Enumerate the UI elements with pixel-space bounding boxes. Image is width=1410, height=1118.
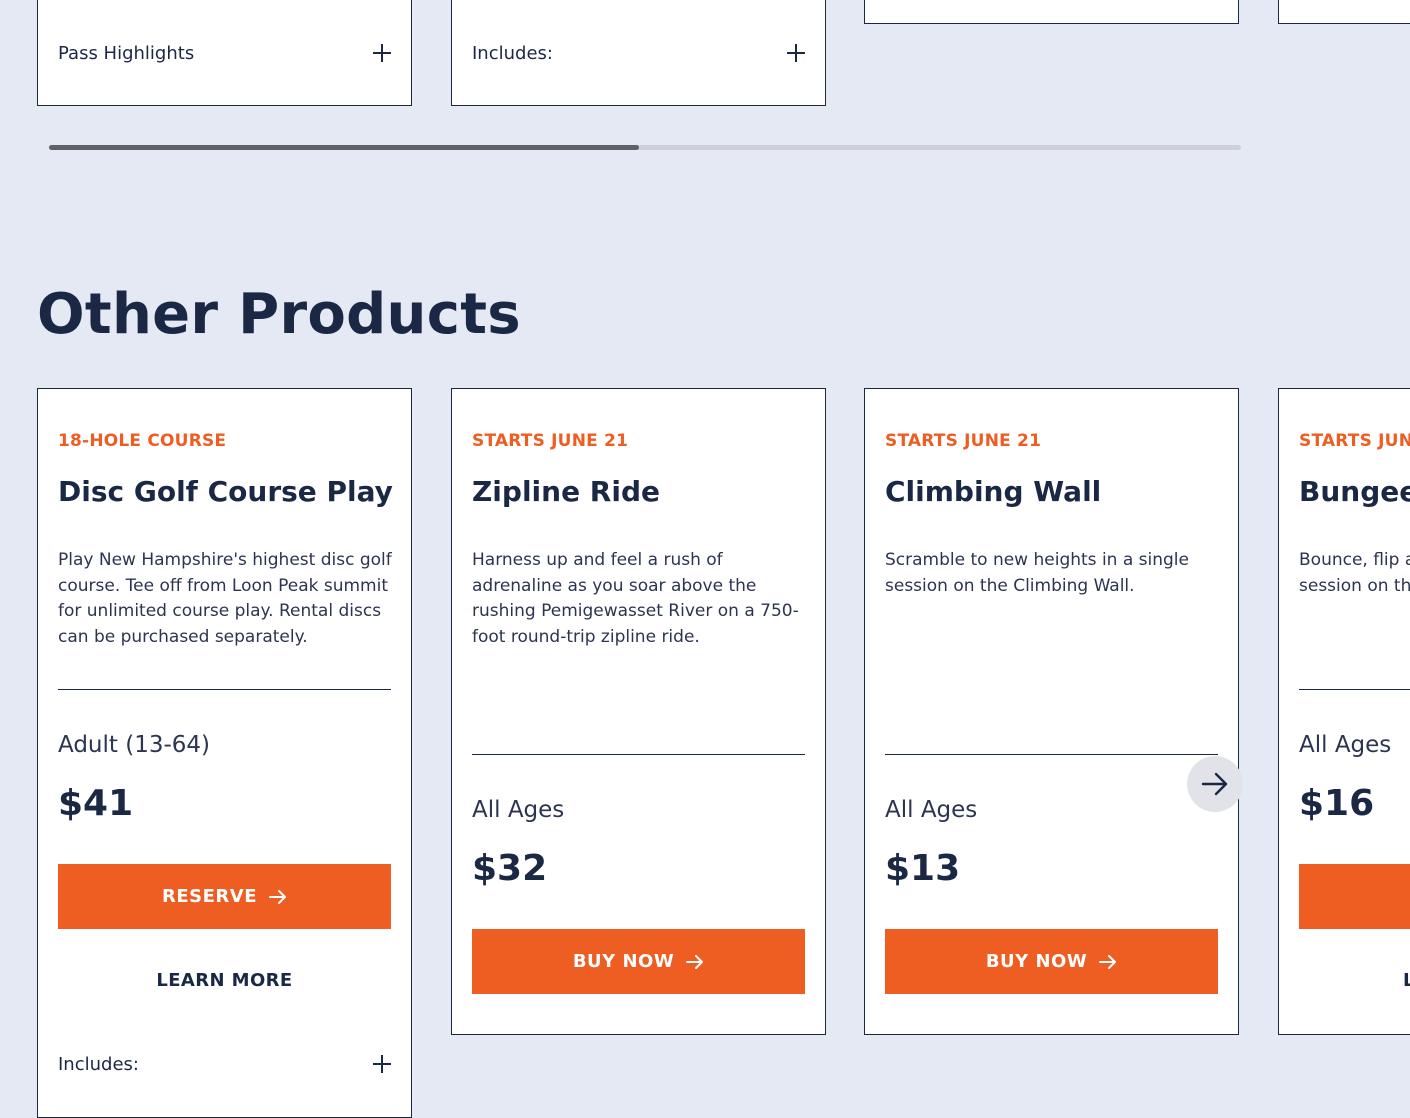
product-eyebrow: 18-HOLE COURSE bbox=[58, 431, 227, 451]
description-line: session on th bbox=[1299, 575, 1410, 596]
accordion-label: Pass Highlights bbox=[58, 42, 195, 64]
learn-more-link[interactable]: L bbox=[1403, 970, 1410, 991]
price: $16 bbox=[1299, 783, 1375, 824]
plus-icon bbox=[373, 44, 391, 62]
top-card-3 bbox=[864, 0, 1239, 24]
product-description: Scramble to new heights in a single sess… bbox=[885, 550, 1189, 596]
divider bbox=[472, 754, 805, 755]
buy-now-button[interactable]: BUY NOW bbox=[885, 929, 1218, 994]
product-card-bungee: STARTS JUN Bungee Bounce, flip a session… bbox=[1278, 388, 1410, 1035]
includes-card: Includes: bbox=[451, 0, 826, 106]
plus-icon bbox=[787, 44, 805, 62]
product-description: Play New Hampshire's highest disc golf c… bbox=[58, 550, 392, 647]
arrow-right-icon bbox=[1099, 954, 1117, 969]
carousel-scrollbar[interactable] bbox=[49, 145, 1241, 150]
buy-now-button[interactable]: BUY NOW bbox=[472, 929, 805, 994]
carousel-scrollbar-thumb[interactable] bbox=[49, 145, 640, 150]
arrow-right-icon bbox=[686, 954, 704, 969]
pass-highlights-accordion[interactable]: Pass Highlights bbox=[58, 38, 391, 68]
product-card-zipline: STARTS JUNE 21 Zipline Ride Harness up a… bbox=[451, 388, 826, 1035]
product-description: Harness up and feel a rush of adrenaline… bbox=[472, 550, 799, 647]
plus-icon bbox=[373, 1055, 391, 1073]
accordion-label: Includes: bbox=[472, 42, 553, 64]
product-title: Climbing Wall bbox=[885, 475, 1102, 508]
product-description: Bounce, flip a session on th bbox=[1299, 548, 1410, 599]
price: $32 bbox=[472, 848, 548, 889]
learn-more-link[interactable]: LEARN MORE bbox=[58, 970, 391, 991]
buy-now-button-label: BUY NOW bbox=[572, 951, 675, 972]
description-line: Bounce, flip a bbox=[1299, 550, 1410, 570]
section-title: Other Products bbox=[37, 282, 521, 347]
includes-accordion[interactable]: Includes: bbox=[58, 1049, 391, 1079]
top-card-4 bbox=[1278, 0, 1410, 24]
buy-now-button-label: BUY NOW bbox=[985, 951, 1088, 972]
arrow-right-icon bbox=[269, 889, 286, 904]
includes-accordion[interactable]: Includes: bbox=[472, 38, 805, 68]
product-card-disc-golf: 18-HOLE COURSE Disc Golf Course Play Pla… bbox=[37, 388, 412, 1118]
arrow-right-icon bbox=[1201, 772, 1228, 796]
reserve-button-label: RESERVE bbox=[161, 886, 257, 907]
carousel-next-button[interactable] bbox=[1187, 756, 1243, 812]
age-label: All Ages bbox=[472, 797, 565, 823]
product-eyebrow: STARTS JUN bbox=[1299, 431, 1410, 451]
product-eyebrow: STARTS JUNE 21 bbox=[885, 431, 1042, 451]
price: $41 bbox=[58, 783, 134, 824]
age-label: All Ages bbox=[1299, 732, 1392, 758]
accordion-label: Includes: bbox=[58, 1053, 139, 1075]
price: $13 bbox=[885, 848, 961, 889]
product-title: Disc Golf Course Play bbox=[58, 475, 393, 508]
reserve-button[interactable]: RESERVE bbox=[58, 864, 391, 929]
product-eyebrow: STARTS JUNE 21 bbox=[472, 431, 629, 451]
age-label: All Ages bbox=[885, 797, 978, 823]
age-label: Adult (13-64) bbox=[58, 732, 211, 758]
product-title: Bungee bbox=[1299, 475, 1410, 508]
reserve-button[interactable] bbox=[1299, 864, 1410, 929]
pass-highlights-card: Pass Highlights bbox=[37, 0, 412, 106]
divider bbox=[885, 754, 1218, 755]
product-title: Zipline Ride bbox=[472, 475, 661, 508]
divider bbox=[58, 689, 391, 690]
product-card-climbing-wall: STARTS JUNE 21 Climbing Wall Scramble to… bbox=[864, 388, 1239, 1035]
divider bbox=[1299, 689, 1410, 690]
